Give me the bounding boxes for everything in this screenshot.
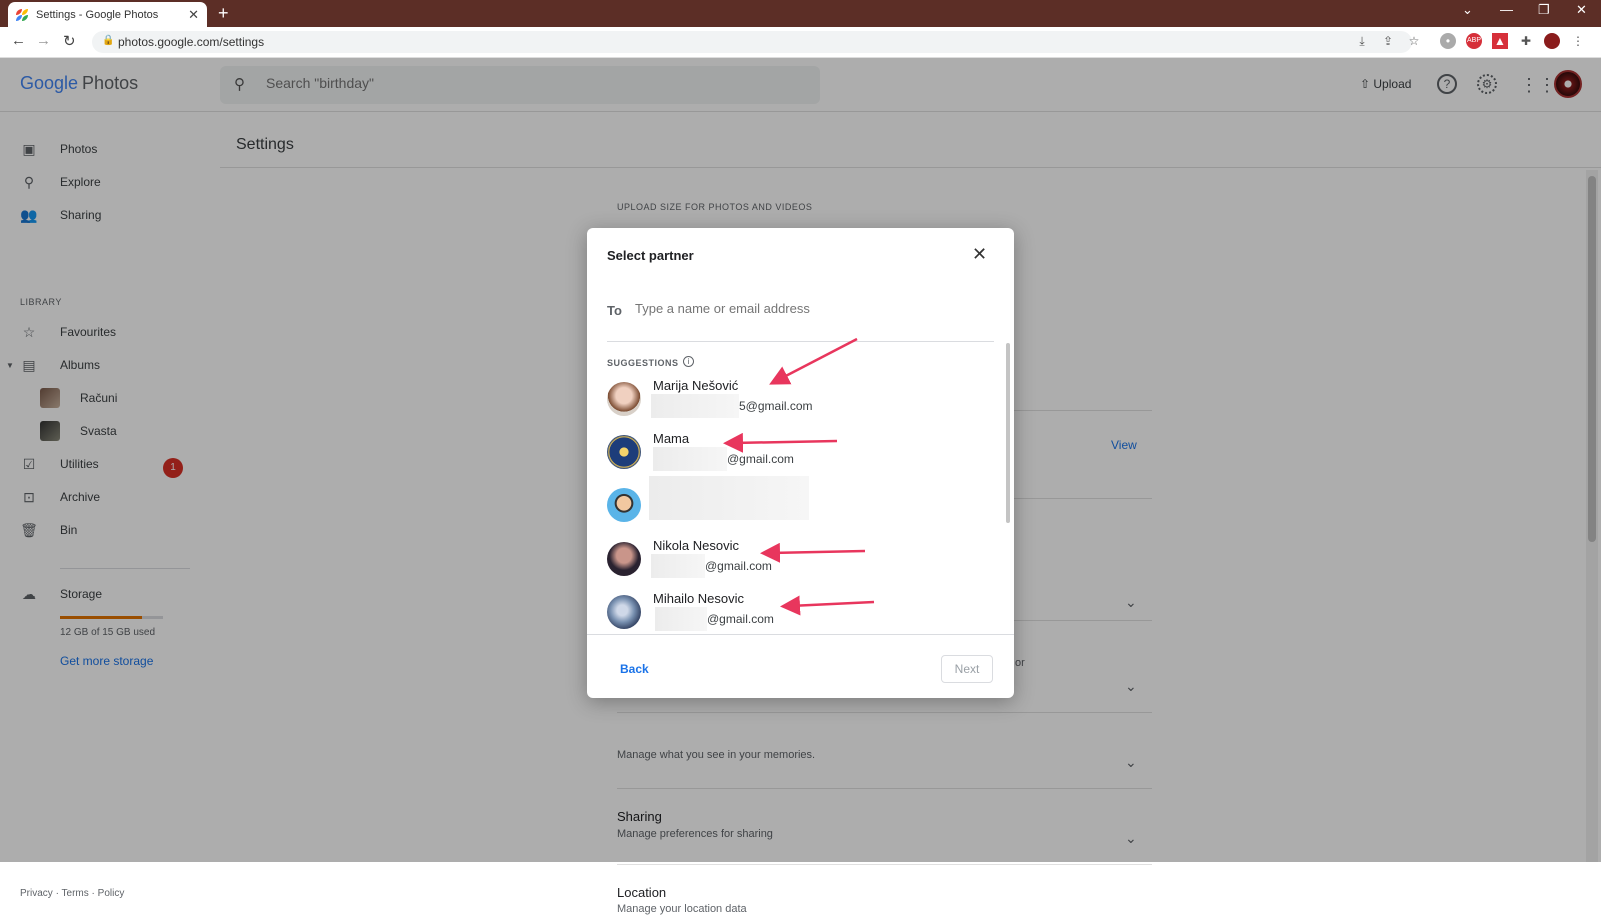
install-icon[interactable]: ⤓: [1354, 33, 1370, 49]
contact-name: Marija Nešović: [653, 378, 739, 393]
google-photos-favicon-icon: [16, 8, 28, 21]
contact-avatar: [607, 542, 641, 576]
footer-separator: ·: [55, 888, 59, 899]
lock-icon: 🔒: [102, 35, 115, 46]
close-window-icon[interactable]: ✕: [1576, 2, 1587, 18]
suggestion-item[interactable]: [607, 476, 987, 532]
suggestion-item[interactable]: Nikola Nesovic @gmail.com: [607, 538, 987, 586]
redacted-email-block: [653, 447, 727, 471]
recipient-input[interactable]: [635, 301, 985, 316]
back-arrow-icon[interactable]: ←: [11, 32, 26, 49]
dialog-title: Select partner: [607, 248, 694, 263]
settings-row-location[interactable]: Location Manage your location data: [617, 864, 1152, 915]
browser-tab[interactable]: Settings - Google Photos ✕: [8, 2, 207, 27]
policy-link[interactable]: Policy: [98, 888, 125, 899]
contact-email: @gmail.com: [707, 612, 774, 626]
browser-tab-strip: Settings - Google Photos ✕ + ⌄ — ❐ ✕: [0, 0, 1601, 27]
footer-separator: ·: [91, 888, 95, 899]
share-icon[interactable]: ⇪: [1380, 33, 1396, 49]
location-title: Location: [617, 885, 667, 900]
contact-avatar: [607, 488, 641, 522]
redacted-email-block: [651, 394, 739, 418]
footer-links: Privacy · Terms · Policy: [20, 888, 124, 899]
browser-menu-icon[interactable]: ⋮: [1570, 33, 1586, 49]
to-label: To: [607, 303, 622, 318]
forward-arrow-icon[interactable]: →: [36, 32, 51, 49]
suggestions-scrollbar[interactable]: [1006, 343, 1010, 523]
redacted-contact-block: [649, 476, 809, 520]
contact-email: @gmail.com: [727, 452, 794, 466]
tab-title: Settings - Google Photos: [36, 8, 159, 21]
back-button[interactable]: Back: [620, 662, 649, 676]
extension-icon[interactable]: •: [1440, 33, 1456, 49]
close-tab-icon[interactable]: ✕: [188, 7, 199, 23]
contact-avatar: [607, 435, 641, 469]
profile-avatar-icon[interactable]: [1544, 33, 1560, 49]
contact-email: @gmail.com: [705, 559, 772, 573]
url-field[interactable]: 🔒 photos.google.com/settings: [92, 31, 1412, 53]
info-icon[interactable]: i: [683, 356, 694, 367]
contact-email: 5@gmail.com: [739, 399, 813, 413]
address-bar: ← → ↻ 🔒 photos.google.com/settings ⤓ ⇪ ☆…: [0, 27, 1601, 58]
new-tab-button[interactable]: +: [218, 3, 229, 24]
redacted-email-block: [651, 554, 705, 578]
suggestion-item[interactable]: Marija Nešović 5@gmail.com: [607, 378, 987, 426]
suggestion-item[interactable]: Mihailo Nesovic @gmail.com: [607, 591, 987, 639]
bookmark-star-icon[interactable]: ☆: [1406, 33, 1422, 49]
redacted-email-block: [655, 607, 707, 631]
reload-icon[interactable]: ↻: [63, 32, 76, 50]
url-text: photos.google.com/settings: [118, 35, 265, 49]
pdf-extension-icon[interactable]: ▲: [1492, 33, 1508, 49]
suggestions-label: SUGGESTIONS: [607, 358, 679, 368]
suggestion-item[interactable]: Mama @gmail.com: [607, 431, 987, 479]
adblock-icon[interactable]: ABP: [1466, 33, 1482, 49]
privacy-link[interactable]: Privacy: [20, 888, 53, 899]
next-button[interactable]: Next: [941, 655, 993, 683]
contact-name: Nikola Nesovic: [653, 538, 739, 553]
select-partner-dialog: Select partner ✕ To SUGGESTIONS i Marija…: [587, 228, 1014, 698]
terms-link[interactable]: Terms: [62, 888, 89, 899]
minimize-icon[interactable]: —: [1500, 2, 1513, 17]
restore-icon[interactable]: ❐: [1538, 2, 1550, 18]
contact-avatar: [607, 382, 641, 416]
input-divider: [607, 341, 994, 342]
contact-avatar: [607, 595, 641, 629]
contact-name: Mihailo Nesovic: [653, 591, 745, 606]
extensions-puzzle-icon[interactable]: ✚: [1518, 33, 1534, 49]
close-icon[interactable]: ✕: [972, 244, 987, 265]
contact-name: Mama: [653, 431, 690, 446]
tab-search-icon[interactable]: ⌄: [1462, 2, 1473, 18]
dialog-footer-divider: [587, 634, 1014, 635]
location-subtitle: Manage your location data: [617, 903, 747, 915]
